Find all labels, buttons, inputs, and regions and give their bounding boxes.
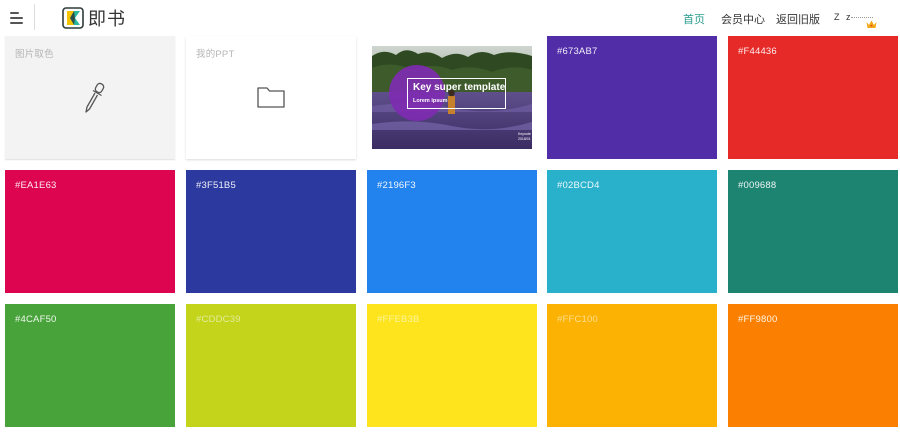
color-swatch[interactable]: #FFEB3B <box>367 304 537 427</box>
template-preview-image[interactable]: Key super template Lorem ipsum Keynote 2… <box>372 46 532 149</box>
swatch-label: #673AB7 <box>557 46 598 57</box>
swatch-label: #2196F3 <box>377 180 416 191</box>
my-ppt-tile[interactable]: 我的PPT <box>186 36 356 159</box>
color-swatch[interactable]: #FF9800 <box>728 304 898 427</box>
swatch-label: #4CAF50 <box>15 314 57 325</box>
brand-logo[interactable]: 即书 <box>62 5 126 31</box>
preview-subtitle: Lorem ipsum <box>413 98 448 104</box>
menu-icon[interactable] <box>10 11 24 25</box>
brand-name: 即书 <box>88 9 126 30</box>
user-name[interactable]: Z z <box>834 12 853 22</box>
nav-home[interactable]: 首页 <box>683 11 705 27</box>
menu-icon-line <box>10 17 23 19</box>
tile-label: 我的PPT <box>196 49 235 60</box>
folder-icon <box>257 87 285 108</box>
menu-icon-line <box>10 12 19 14</box>
preview-title: Key super template <box>413 82 506 93</box>
swatch-label: #FFC100 <box>557 314 599 325</box>
logo-icon <box>62 7 84 29</box>
swatch-label: #F44436 <box>738 46 777 57</box>
nav-old-version[interactable]: 返回旧版 <box>776 11 820 27</box>
user-underline <box>851 17 873 18</box>
color-swatch[interactable]: #009688 <box>728 170 898 293</box>
color-swatch[interactable]: #3F51B5 <box>186 170 356 293</box>
swatch-label: #02BCD4 <box>557 180 600 191</box>
swatch-label: #CDDC39 <box>196 314 241 325</box>
tile-label: 图片取色 <box>15 49 54 60</box>
color-swatch[interactable]: #2196F3 <box>367 170 537 293</box>
color-swatch[interactable]: #673AB7 <box>547 36 717 159</box>
crown-icon <box>866 20 877 28</box>
image-color-picker-tile[interactable]: 图片取色 <box>5 36 175 159</box>
swatch-label: #FF9800 <box>738 314 778 325</box>
header-divider <box>34 4 35 30</box>
color-swatch[interactable]: #CDDC39 <box>186 304 356 427</box>
swatch-label: #3F51B5 <box>196 180 236 191</box>
color-swatch[interactable]: #02BCD4 <box>547 170 717 293</box>
swatch-label: #EA1E63 <box>15 180 57 191</box>
swatch-label: #FFEB3B <box>377 314 420 325</box>
color-swatch[interactable]: #FFC100 <box>547 304 717 427</box>
color-swatch[interactable]: #4CAF50 <box>5 304 175 427</box>
preview-corner-text: Keynote 2018/01 <box>518 132 531 142</box>
menu-icon-line <box>10 22 23 24</box>
color-swatch[interactable]: #F44436 <box>728 36 898 159</box>
nav-member-center[interactable]: 会员中心 <box>721 11 765 27</box>
swatch-label: #009688 <box>738 180 777 191</box>
color-swatch[interactable]: #EA1E63 <box>5 170 175 293</box>
eyedropper-icon <box>85 82 105 113</box>
top-header: 即书 首页 会员中心 返回旧版 Z z <box>0 0 900 36</box>
preview-corner-line: 2018/01 <box>518 137 531 141</box>
